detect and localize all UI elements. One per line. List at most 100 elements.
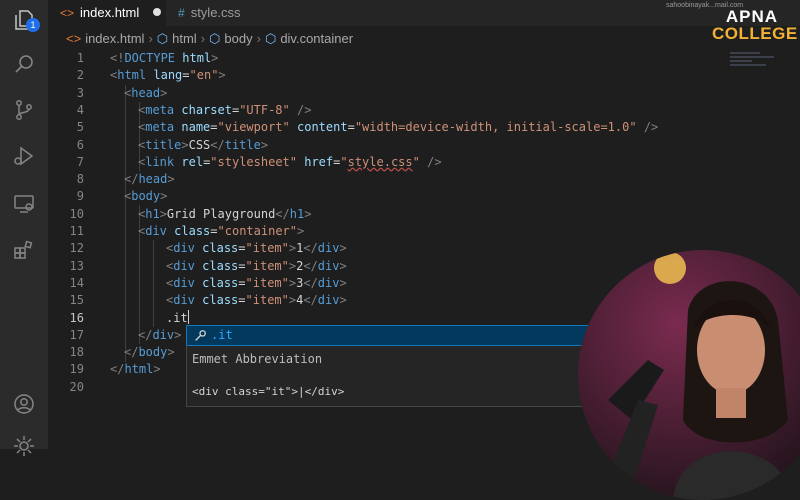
code-token: style.css bbox=[347, 154, 413, 169]
tab-index-html[interactable]: <> index.html bbox=[48, 0, 166, 26]
code-token: > bbox=[218, 68, 226, 83]
code-token: content bbox=[297, 120, 348, 135]
suggestion-label: .it bbox=[211, 326, 233, 345]
code-line[interactable]: <html lang="en"> bbox=[110, 67, 226, 84]
line-number: 18 bbox=[69, 345, 84, 360]
code-token: "viewport" bbox=[217, 120, 290, 135]
breadcrumb: <> index.html › ⬡ html › ⬡ body › ⬡ div.container bbox=[48, 28, 353, 50]
code-token: class bbox=[202, 293, 239, 308]
code-token: </ bbox=[210, 137, 225, 152]
run-debug-icon[interactable] bbox=[12, 144, 36, 168]
code-token: /> bbox=[297, 102, 312, 117]
code-line[interactable]: <body> bbox=[124, 188, 167, 205]
code-token: lang bbox=[153, 68, 183, 83]
code-line[interactable]: </head> bbox=[124, 171, 175, 188]
code-token: "width=device-width, initial-scale=1.0" bbox=[354, 120, 637, 135]
code-token: </ bbox=[303, 293, 318, 308]
code-token: </ bbox=[303, 275, 318, 290]
line-number: 13 bbox=[69, 258, 84, 273]
code-line[interactable]: <h1>Grid Playground</h1> bbox=[138, 206, 311, 223]
minimap[interactable] bbox=[730, 50, 780, 72]
logo-line-2: COLLEGE bbox=[712, 24, 798, 43]
account-icon[interactable] bbox=[12, 392, 36, 416]
breadcrumb-item[interactable]: body bbox=[224, 31, 252, 46]
line-number: 3 bbox=[76, 85, 84, 100]
code-token: </ bbox=[110, 362, 125, 377]
code-line[interactable]: <meta charset="UTF-8" /> bbox=[138, 102, 311, 119]
code-token: = bbox=[182, 68, 190, 83]
code-token: </ bbox=[275, 206, 290, 221]
wrench-icon bbox=[193, 328, 207, 342]
chevron-right-icon: › bbox=[148, 31, 153, 46]
code-token: div bbox=[173, 241, 195, 256]
code-line[interactable]: <link rel="stylesheet" href="style.css" … bbox=[138, 154, 442, 171]
code-line[interactable]: <div class="container"> bbox=[138, 223, 304, 240]
code-token: = bbox=[238, 293, 246, 308]
code-token: meta bbox=[145, 102, 175, 117]
code-line[interactable]: <title>CSS</title> bbox=[138, 137, 268, 154]
code-token: div bbox=[152, 327, 175, 342]
code-line[interactable]: <div class="item">4</div> bbox=[166, 292, 347, 309]
code-token: title bbox=[224, 137, 261, 152]
remote-explorer-icon[interactable] bbox=[12, 192, 36, 216]
code-token: > bbox=[304, 206, 312, 221]
indent-guide bbox=[153, 240, 154, 327]
code-token: <! bbox=[110, 51, 125, 65]
code-token: > bbox=[153, 362, 161, 377]
code-token: rel bbox=[181, 154, 204, 169]
code-token: class bbox=[174, 224, 211, 238]
code-line[interactable]: <meta name="viewport" content="width=dev… bbox=[138, 119, 658, 136]
code-token: body bbox=[131, 189, 161, 204]
code-token: div bbox=[317, 275, 340, 290]
explorer-badge: 1 bbox=[26, 18, 40, 32]
search-icon[interactable] bbox=[12, 52, 36, 76]
unsaved-dot-icon[interactable] bbox=[153, 8, 162, 16]
code-token: html bbox=[182, 51, 212, 65]
code-line[interactable]: </body> bbox=[124, 344, 175, 361]
code-line[interactable]: <div class="item">3</div> bbox=[166, 275, 347, 292]
code-token: "stylesheet" bbox=[210, 154, 297, 169]
extensions-icon[interactable] bbox=[12, 238, 36, 262]
tab-label: style.css bbox=[190, 5, 241, 20]
code-token: div bbox=[317, 241, 340, 256]
code-line[interactable]: </div> bbox=[138, 327, 181, 344]
code-token: div bbox=[173, 275, 195, 290]
code-token: div bbox=[173, 293, 195, 308]
line-number: 8 bbox=[76, 172, 84, 187]
breadcrumb-item[interactable]: html bbox=[172, 31, 197, 46]
line-number: 17 bbox=[69, 327, 84, 342]
element-cube-icon: ⬡ bbox=[264, 31, 277, 46]
code-token: = bbox=[347, 120, 355, 135]
source-control-icon[interactable] bbox=[12, 98, 36, 122]
line-number: 10 bbox=[69, 206, 84, 221]
breadcrumb-item[interactable]: div.container bbox=[280, 31, 353, 46]
code-line[interactable]: <!DOCTYPE html> bbox=[110, 50, 218, 67]
code-token: > bbox=[339, 241, 347, 256]
suggestion-item[interactable]: .it bbox=[186, 325, 598, 346]
code-line[interactable]: <div class="item">1</div> bbox=[166, 240, 347, 257]
emmet-suggestion-widget: .it Emmet Abbreviation <div class="it">|… bbox=[186, 325, 598, 407]
indent-guide bbox=[125, 85, 126, 362]
code-line[interactable]: <head> bbox=[124, 85, 167, 102]
apna-college-logo: APNA COLLEGE bbox=[712, 8, 798, 43]
code-token: class bbox=[202, 275, 239, 290]
code-token: > bbox=[211, 51, 219, 65]
code-token: "item" bbox=[245, 275, 289, 290]
settings-gear-icon[interactable] bbox=[12, 434, 36, 458]
code-line[interactable]: </html> bbox=[110, 361, 161, 378]
line-number: 11 bbox=[69, 224, 84, 238]
code-token: head bbox=[131, 85, 161, 100]
breadcrumb-item[interactable]: index.html bbox=[85, 31, 144, 46]
code-line[interactable]: <div class="item">2</div> bbox=[166, 258, 347, 275]
code-token: > bbox=[297, 224, 305, 238]
code-token: > bbox=[159, 206, 167, 221]
tab-style-css[interactable]: # style.css bbox=[166, 0, 316, 26]
html-file-icon: <> bbox=[66, 31, 82, 46]
code-token: .it bbox=[166, 310, 188, 325]
code-token: "item" bbox=[245, 293, 289, 308]
code-token: = bbox=[210, 224, 218, 238]
code-token: > bbox=[160, 85, 168, 100]
code-token: class bbox=[202, 258, 239, 273]
line-number: 16 bbox=[69, 310, 84, 325]
code-token: Grid Playground bbox=[166, 206, 276, 221]
